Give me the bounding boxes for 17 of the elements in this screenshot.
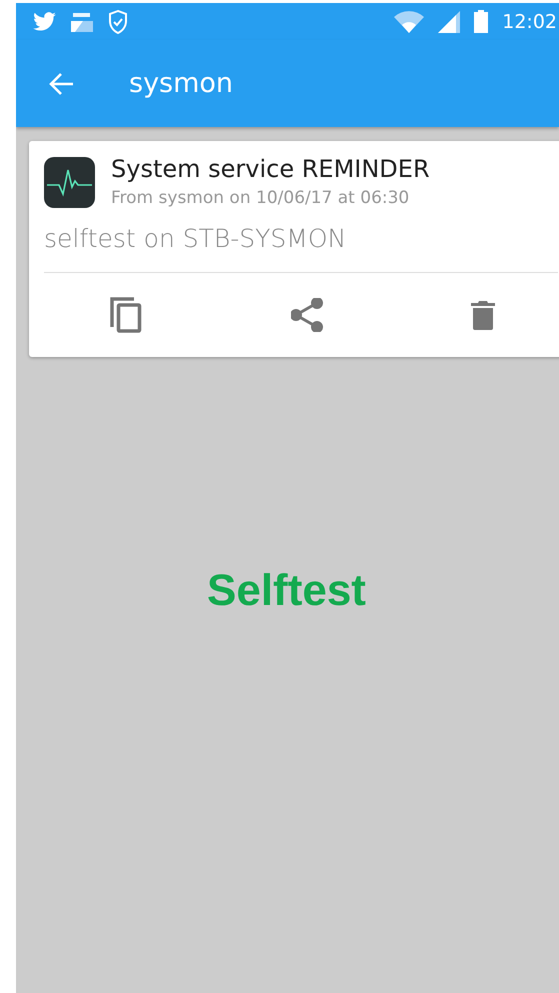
status-heading: Selftest: [207, 566, 366, 616]
battery-icon: [474, 10, 488, 33]
heartbeat-icon: [44, 157, 95, 208]
back-arrow-icon: [48, 72, 74, 96]
message-body: selftest on STB-SYSMON: [44, 223, 348, 255]
shield-icon: [108, 10, 128, 34]
share-icon: [290, 298, 322, 332]
clock-time: 12:02: [502, 10, 557, 32]
wifi-icon: [394, 10, 424, 32]
trash-icon: [471, 300, 495, 330]
screen-title: sysmon: [129, 68, 234, 99]
bird-icon: [33, 12, 56, 31]
signal-icon: [438, 10, 460, 32]
copy-icon: [110, 297, 142, 333]
message-meta: From sysmon on 10/06/17 at 06:30: [111, 187, 410, 210]
data-icon: [70, 10, 94, 32]
message-title: System service REMINDER: [111, 154, 430, 184]
